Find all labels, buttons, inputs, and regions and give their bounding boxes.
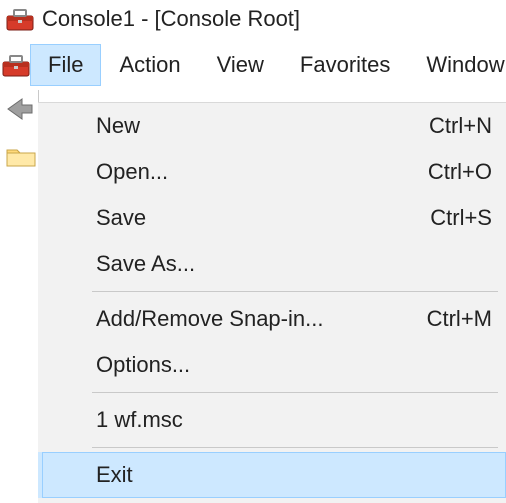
file-menu-recent-1[interactable]: 1 wf.msc [38, 397, 506, 443]
menu-item-shortcut: Ctrl+M [427, 306, 492, 332]
menu-action[interactable]: Action [101, 44, 198, 86]
menu-item-shortcut: Ctrl+O [428, 159, 492, 185]
menu-separator [92, 291, 498, 292]
file-menu-dropdown: New Ctrl+N Open... Ctrl+O Save Ctrl+S Sa… [38, 102, 506, 503]
menu-item-shortcut: Ctrl+S [430, 205, 492, 231]
file-menu-add-remove-snapin[interactable]: Add/Remove Snap-in... Ctrl+M [38, 296, 506, 342]
back-arrow-icon[interactable] [2, 92, 36, 126]
menu-item-label: Save As... [96, 251, 195, 277]
menu-item-label: Save [96, 205, 146, 231]
title-bar: Console1 - [Console Root] [0, 0, 506, 42]
mmc-toolbox-icon [6, 7, 34, 31]
file-menu-save[interactable]: Save Ctrl+S [38, 195, 506, 241]
file-menu-options[interactable]: Options... [38, 342, 506, 388]
menu-item-shortcut: Ctrl+N [429, 113, 492, 139]
file-menu-exit[interactable]: Exit [38, 452, 506, 498]
file-menu-save-as[interactable]: Save As... [38, 241, 506, 287]
menu-item-label: Open... [96, 159, 168, 185]
file-menu-new[interactable]: New Ctrl+N [38, 103, 506, 149]
file-menu-open[interactable]: Open... Ctrl+O [38, 149, 506, 195]
menu-bar: File Action View Favorites Window [0, 42, 506, 88]
menu-separator [92, 392, 498, 393]
menu-view[interactable]: View [199, 44, 282, 86]
folder-icon[interactable] [6, 144, 36, 168]
menu-item-label: Exit [96, 462, 133, 488]
window-title: Console1 - [Console Root] [42, 6, 300, 32]
menu-separator [92, 447, 498, 448]
menu-window[interactable]: Window [408, 44, 506, 86]
menu-item-label: 1 wf.msc [96, 407, 183, 433]
menu-item-label: Add/Remove Snap-in... [96, 306, 323, 332]
menu-favorites[interactable]: Favorites [282, 44, 408, 86]
menu-item-label: Options... [96, 352, 190, 378]
menu-file[interactable]: File [30, 44, 101, 86]
mmc-toolbox-icon-small [2, 53, 30, 77]
menu-item-label: New [96, 113, 140, 139]
